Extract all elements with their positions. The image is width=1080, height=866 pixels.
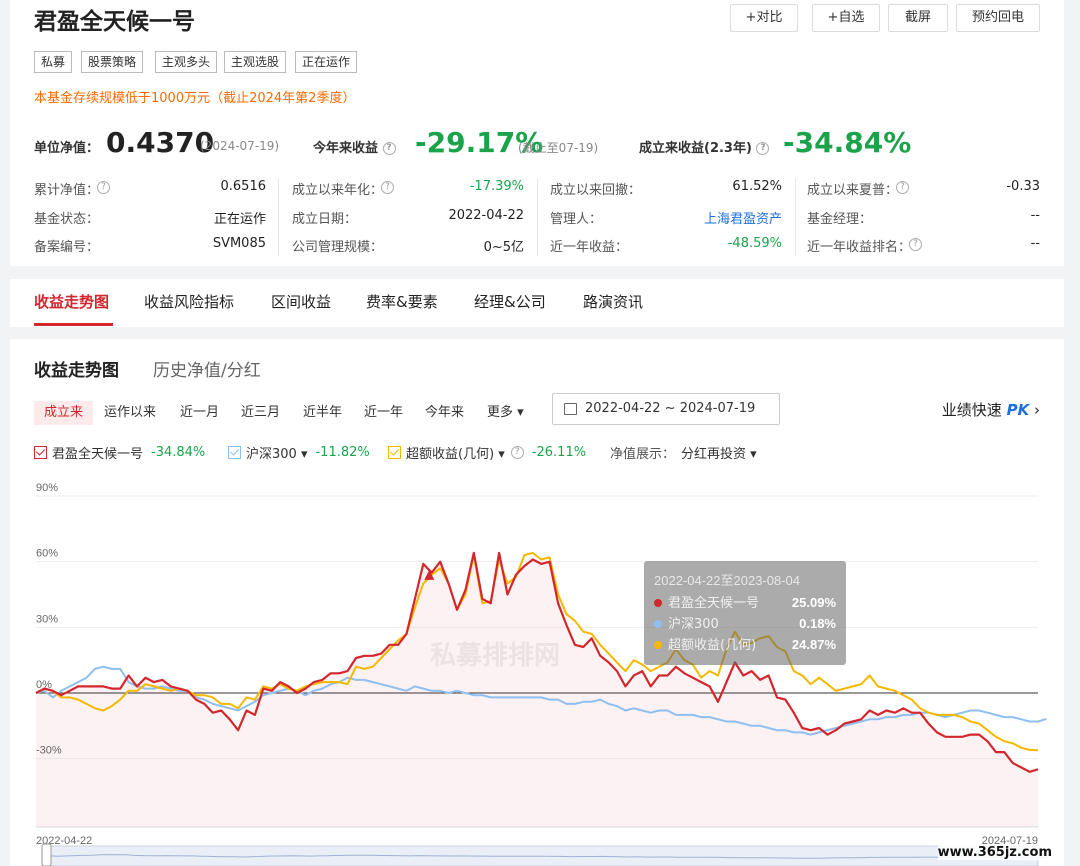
tab-manager[interactable]: 经理&公司 (474, 291, 546, 312)
since-value: -34.84% (783, 126, 912, 159)
range-since-inception[interactable]: 成立来 (34, 401, 94, 425)
help-icon[interactable]: ? (382, 142, 396, 155)
detail-value: -48.59% (727, 236, 782, 251)
detail-label: 基金状态： (34, 212, 100, 227)
range-1m[interactable]: 近一月 (180, 401, 219, 425)
tab-risk[interactable]: 收益风险指标 (144, 291, 234, 312)
tab-news[interactable]: 路演资讯 (583, 291, 643, 312)
tooltip-series-value: 24.87% (792, 637, 837, 652)
since-label: 成立来收益(2.3年) ? (639, 137, 770, 156)
tab-trend[interactable]: 收益走势图 (34, 291, 109, 312)
tag-strategy: 股票策略 (81, 51, 144, 73)
y-tick-label: 30% (36, 613, 58, 625)
detail-value: 正在运作 (213, 212, 266, 227)
tab-underline (34, 323, 113, 326)
nav-label: 单位净值： (34, 141, 100, 156)
chart-tooltip: 2022-04-22至2023-08-04 君盈全天候一号 25.09% 沪深300 0… (644, 561, 846, 665)
tooltip-series-value: 0.18% (799, 616, 836, 631)
range-3m[interactable]: 近三月 (241, 401, 280, 425)
watchlist-button[interactable]: +自选 (812, 4, 880, 32)
y-tick-label: 60% (36, 548, 58, 560)
chart-watermark: 私募排排网 (430, 641, 560, 671)
detail-value[interactable]: 上海君盈资产 (704, 208, 782, 227)
checkbox-icon[interactable] (34, 446, 47, 459)
performance-chart[interactable]: 90%60%30%0%-30%2022-04-22 2024-07-19私募排排网… (10, 479, 1064, 866)
scale-notice: 本基金存续规模低于1000万元（截止2024年第2季度） (34, 91, 356, 106)
detail-value: -0.33 (1006, 179, 1040, 194)
help-icon[interactable]: ? (97, 181, 110, 194)
detail-label: 累计净值： (34, 183, 100, 198)
chart-title-tab[interactable]: 收益走势图 (34, 356, 119, 381)
nav-value: 0.4370 (106, 126, 215, 159)
help-icon[interactable]: ? (896, 181, 909, 194)
legend-index[interactable]: 沪深300 ▾ -11.82% (228, 443, 370, 462)
screenshot-button[interactable]: 截屏 (888, 4, 948, 32)
help-icon[interactable]: ? (510, 446, 524, 459)
fund-title: 君盈全天候一号 (34, 9, 195, 35)
checkbox-icon[interactable] (388, 446, 401, 459)
fund-header-card: 君盈全天候一号 +对比 +自选 截屏 预约回电 私募 股票策略 主观多头 主观选… (10, 0, 1064, 266)
tooltip-dot (654, 641, 662, 649)
detail-label: 成立以来回撤： (550, 183, 642, 198)
tab-interval[interactable]: 区间收益 (271, 291, 331, 312)
detail-label: 成立以来年化： (292, 183, 384, 198)
tooltip-title: 2022-04-22至2023-08-04 (654, 573, 800, 588)
help-icon[interactable]: ? (909, 238, 922, 251)
pk-link[interactable]: 业绩快速 PK › (942, 399, 1040, 420)
detail-value: 0~5亿 (483, 240, 524, 255)
range-slider-handle[interactable] (41, 843, 52, 866)
tag-status: 正在运作 (295, 51, 358, 73)
nav-date: (2024-07-19) (200, 139, 280, 153)
date-range-picker[interactable]: 2022-04-22 ~ 2024-07-19 (552, 393, 780, 425)
range-1y[interactable]: 近一年 (364, 401, 403, 425)
chevron-right-icon: › (1034, 401, 1040, 419)
range-ytd[interactable]: 今年来 (425, 401, 464, 425)
detail-value: -17.39% (469, 179, 524, 194)
help-icon[interactable]: ? (756, 142, 770, 155)
detail-label: 近一年收益： (550, 240, 629, 255)
tooltip-series-name: 君盈全天候一号 (668, 595, 759, 611)
detail-value: 0.6516 (220, 179, 267, 194)
tooltip-dot (654, 620, 662, 628)
range-6m[interactable]: 近半年 (303, 401, 342, 425)
detail-value: -- (1030, 236, 1040, 251)
detail-value: 61.52% (732, 179, 782, 194)
site-watermark: www.365jz.com (937, 845, 1052, 860)
y-tick-label: 90% (36, 482, 58, 494)
checkbox-icon[interactable] (228, 446, 241, 459)
compare-button[interactable]: +对比 (730, 4, 798, 32)
detail-value: 2022-04-22 (448, 208, 524, 223)
range-more[interactable]: 更多 ▾ (487, 401, 524, 425)
detail-label: 基金经理： (807, 212, 873, 227)
legend-fund[interactable]: 君盈全天候一号 -34.84% (34, 443, 205, 462)
calendar-icon (564, 403, 577, 415)
tab-bar: 收益走势图 收益风险指标 区间收益 费率&要素 经理&公司 路演资讯 (10, 279, 1064, 327)
tooltip-series-name: 超额收益(几何) (668, 637, 756, 653)
detail-label: 成立日期： (292, 212, 358, 227)
detail-value: -- (1030, 208, 1040, 223)
nav-display[interactable]: 净值展示： 分红再投资 ▾ (610, 443, 757, 462)
tag-private: 私募 (34, 51, 73, 73)
callback-button[interactable]: 预约回电 (956, 4, 1040, 32)
chart-card: 收益走势图 历史净值/分红 成立来 运作以来 近一月 近三月 近半年 近一年 今… (10, 339, 1064, 866)
range-since-operation[interactable]: 运作以来 (104, 401, 156, 425)
detail-label: 管理人： (550, 212, 603, 227)
detail-value: SVM085 (212, 236, 266, 251)
legend-excess[interactable]: 超额收益(几何) ▾ ? -26.11% (388, 443, 586, 462)
tooltip-series-name: 沪深300 (668, 616, 719, 632)
detail-label: 备案编号： (34, 240, 100, 255)
tag-long: 主观多头 (155, 51, 218, 73)
ytd-note: (截止至07-19) (518, 141, 599, 155)
help-icon[interactable]: ? (381, 181, 394, 194)
tab-fees[interactable]: 费率&要素 (366, 291, 438, 312)
history-nav-tab[interactable]: 历史净值/分红 (153, 356, 261, 381)
detail-label: 公司管理规模： (292, 240, 384, 255)
tooltip-dot (654, 599, 662, 607)
tooltip-series-value: 25.09% (792, 595, 837, 610)
detail-label: 近一年收益排名： (807, 240, 912, 255)
detail-label: 成立以来夏普： (807, 183, 899, 198)
tag-stock-pick: 主观选股 (224, 51, 287, 73)
ytd-label: 今年来收益 ? (313, 137, 396, 156)
